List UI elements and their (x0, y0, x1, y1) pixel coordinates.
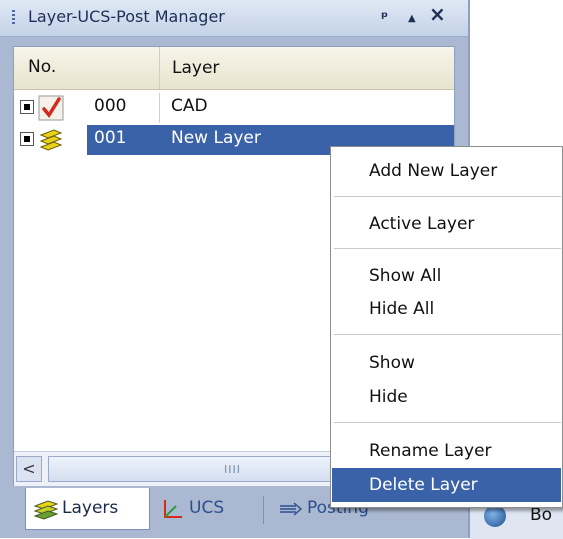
panel-title: Layer-UCS-Post Manager (28, 7, 225, 26)
background-app-tab-label: Bo (530, 505, 553, 525)
ucs-axes-icon (164, 500, 182, 518)
menu-item-show[interactable]: Show (332, 346, 561, 380)
close-icon[interactable]: × (429, 4, 446, 24)
screen: Layer-UCS-Post Manager ᵖ ▲ × No. Layer 0… (0, 0, 563, 539)
menu-item-delete-layer[interactable]: Delete Layer (332, 468, 561, 502)
layer-name: New Layer (171, 128, 261, 148)
tab-layers[interactable]: Layers (25, 488, 150, 530)
menu-separator (334, 422, 561, 423)
pin-icon[interactable]: ᵖ (381, 7, 388, 27)
table-row[interactable]: 000 CAD (14, 93, 454, 123)
menu-separator (334, 248, 561, 249)
menu-item-hide[interactable]: Hide (332, 380, 561, 414)
list-column-header: No. Layer (14, 47, 454, 90)
layer-name: CAD (171, 96, 208, 116)
menu-separator (334, 196, 561, 197)
tab-layers-label: Layers (62, 498, 119, 518)
column-divider (159, 93, 160, 123)
layer-stack-icon (39, 129, 63, 151)
menu-item-rename-layer[interactable]: Rename Layer (332, 434, 561, 468)
menu-item-show-all[interactable]: Show All (332, 259, 561, 293)
menu-item-add-new-layer[interactable]: Add New Layer (332, 154, 561, 188)
scroll-left-button[interactable]: < (16, 456, 42, 482)
layer-number: 000 (94, 96, 127, 116)
globe-icon (484, 505, 506, 527)
layer-context-menu: Add New Layer Active Layer Show All Hide… (330, 146, 563, 508)
menu-separator (334, 334, 561, 335)
drag-grip-icon[interactable] (12, 10, 15, 26)
menu-item-hide-all[interactable]: Hide All (332, 292, 561, 326)
posting-arrow-icon (280, 502, 303, 516)
column-header-no[interactable]: No. (28, 57, 56, 77)
visibility-checkbox[interactable] (20, 100, 34, 114)
visibility-checkbox[interactable] (20, 132, 34, 146)
menu-item-active-layer[interactable]: Active Layer (332, 207, 561, 241)
panel-titlebar[interactable]: Layer-UCS-Post Manager ᵖ ▲ × (0, 0, 468, 37)
column-header-layer[interactable]: Layer (159, 47, 219, 89)
collapse-up-icon[interactable]: ▲ (408, 9, 416, 29)
thumb-grip: IIII (224, 463, 241, 476)
tab-ucs-label: UCS (189, 498, 225, 518)
active-check-icon (38, 95, 64, 121)
layer-number: 001 (94, 128, 127, 148)
layers-icon (34, 500, 58, 520)
